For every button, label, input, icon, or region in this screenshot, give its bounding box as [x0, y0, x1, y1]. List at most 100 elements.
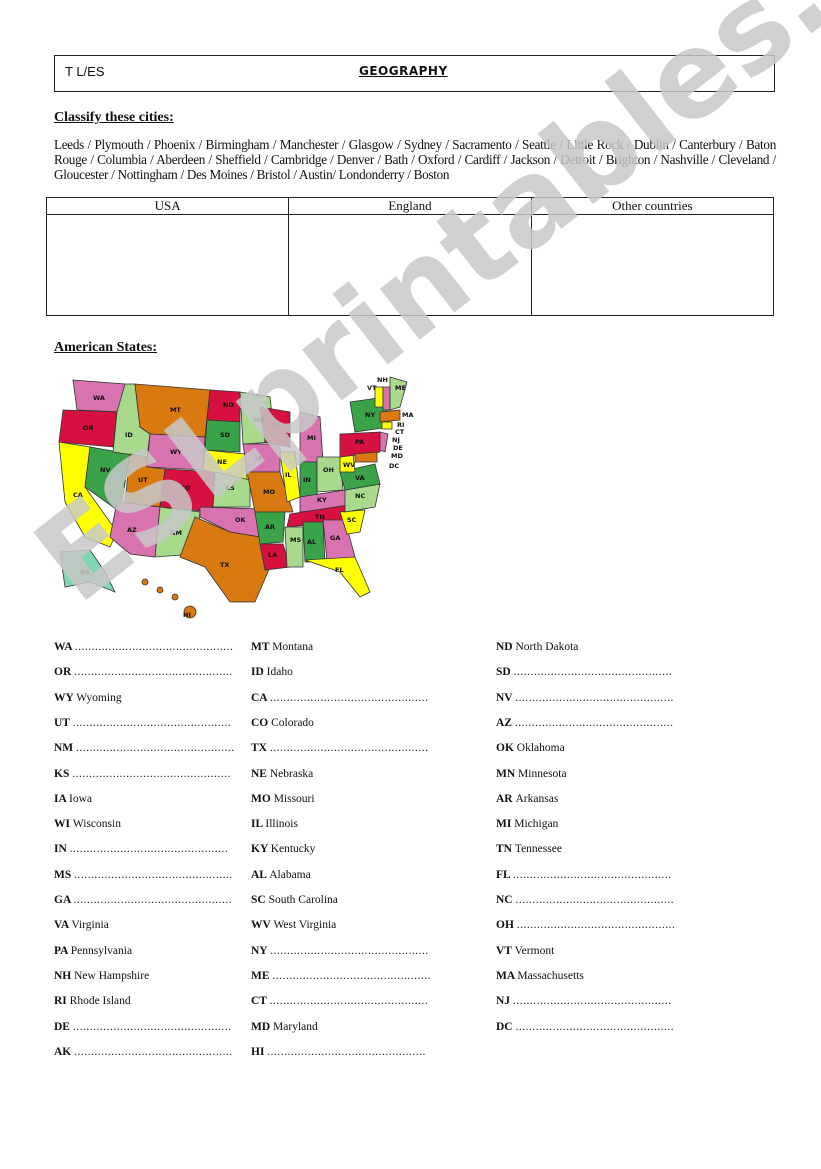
state-answer-blank[interactable]: ........................................…	[72, 768, 231, 780]
map-label-ky: KY	[317, 496, 327, 504]
map-label-az: AZ	[127, 526, 137, 534]
state-row: AK .....................................…	[54, 1046, 233, 1058]
map-label-va: VA	[355, 474, 365, 482]
map-label-dc: DC	[389, 462, 399, 470]
state-row: SD .....................................…	[496, 666, 672, 678]
state-row: VA Virginia	[54, 919, 109, 931]
map-label-sc: SC	[347, 516, 357, 524]
state-abbr: OH	[496, 919, 517, 932]
state-row: ND North Dakota	[496, 641, 578, 653]
state-abbr: OR	[54, 666, 75, 679]
state-answer-blank[interactable]: ........................................…	[74, 1046, 233, 1058]
state-abbr: VA	[54, 919, 72, 932]
state-name: Missouri	[273, 792, 315, 805]
usa-answer-cell[interactable]	[45, 214, 290, 316]
state-row: NV .....................................…	[496, 692, 674, 704]
state-answer-blank[interactable]: ........................................…	[513, 869, 672, 881]
state-row: DE .....................................…	[54, 1021, 231, 1033]
state-row: NJ .....................................…	[496, 995, 672, 1007]
state-name: Tennessee	[514, 843, 562, 856]
state-row: WY Wyoming	[54, 692, 122, 704]
map-label-co: CO	[180, 484, 191, 492]
state-answer-blank[interactable]: ........................................…	[74, 666, 233, 678]
map-label-id: ID	[125, 431, 133, 439]
state-answer-blank[interactable]: ........................................…	[267, 1046, 426, 1058]
state-name: Minnesota	[518, 767, 567, 780]
state-answer-blank[interactable]: ........................................…	[517, 919, 676, 931]
column-other: Other countries	[530, 197, 775, 215]
state-answer-blank[interactable]: ........................................…	[516, 894, 675, 906]
state-abbr: CA	[251, 691, 270, 704]
state-row: NY .....................................…	[251, 945, 429, 957]
state-answer-blank[interactable]: ........................................…	[73, 717, 232, 729]
state-abbr: MS	[54, 868, 75, 881]
state-answer-blank[interactable]: ........................................…	[514, 666, 673, 678]
state-answer-blank[interactable]: ........................................…	[76, 742, 235, 754]
state-answer-blank[interactable]: ........................................…	[74, 869, 233, 881]
map-label-ma: MA	[402, 411, 414, 419]
state-row: CO Colorado	[251, 717, 314, 729]
map-label-ia: IA	[255, 454, 262, 462]
england-answer-cell[interactable]	[288, 214, 532, 316]
state-row: HI .....................................…	[251, 1046, 426, 1058]
state-abbr: AL	[251, 868, 270, 881]
state-answer-blank[interactable]: ........................................…	[515, 692, 674, 704]
state-abbr: ME	[251, 969, 273, 982]
state-answer-blank[interactable]: ........................................…	[270, 692, 429, 704]
state-name: Rhode Island	[69, 995, 131, 1008]
state-abbr: NJ	[496, 995, 513, 1008]
state-abbr: PA	[54, 944, 71, 957]
state-abbr: RI	[54, 995, 70, 1008]
state-row: WV West Virginia	[251, 919, 336, 931]
state-row: IN .....................................…	[54, 843, 228, 855]
state-answer-blank[interactable]: ........................................…	[70, 843, 229, 855]
state-row: WI Wisconsin	[54, 818, 121, 830]
map-label-wv: WV	[343, 461, 355, 469]
state-answer-blank[interactable]: ........................................…	[272, 970, 431, 982]
state-row: OK Oklahoma	[496, 742, 565, 754]
state-answer-blank[interactable]: ........................................…	[516, 1021, 675, 1033]
state-abbr: AK	[54, 1045, 75, 1058]
state-name: Colorado	[271, 716, 314, 729]
state-abbr: MI	[496, 818, 515, 831]
state-answer-blank[interactable]: ........................................…	[74, 894, 233, 906]
map-label-or: OR	[83, 424, 94, 432]
state-row: IA Iowa	[54, 793, 92, 805]
state-abbr: KY	[251, 843, 271, 856]
map-label-oh: OH	[323, 466, 334, 474]
map-label-wy: WY	[170, 448, 182, 456]
state-name: Illinois	[265, 818, 298, 831]
state-answer-blank[interactable]: ........................................…	[270, 995, 429, 1007]
us-map: WAORIDMTWYNDSDMNWIMINYVTNHMEMARICTNJDEMD…	[58, 376, 414, 619]
state-answer-blank[interactable]: ........................................…	[513, 995, 672, 1007]
state-answer-blank[interactable]: ........................................…	[75, 641, 234, 653]
state-abbr: ND	[496, 641, 516, 653]
state-row: OH .....................................…	[496, 919, 675, 931]
state-abbr: MT	[251, 641, 273, 653]
state-answer-blank[interactable]: ........................................…	[515, 717, 674, 729]
state-row: IL Illinois	[251, 818, 298, 830]
class-code: T L/ES	[65, 64, 105, 79]
state-abbr: AR	[496, 792, 516, 805]
state-row: PA Pennsylvania	[54, 945, 132, 957]
state-abbr: ID	[251, 666, 267, 679]
other-answer-cell[interactable]	[530, 214, 775, 316]
state-abbr: NH	[54, 969, 75, 982]
state-answer-blank[interactable]: ........................................…	[270, 945, 429, 957]
state-abbr: SC	[251, 894, 269, 906]
cities-list: Leeds / Plymouth / Phoenix / Birmingham …	[54, 137, 776, 182]
state-row: TN Tennessee	[496, 843, 562, 855]
state-abbr: CT	[251, 995, 270, 1008]
map-label-ne: NE	[217, 458, 227, 466]
state-name: South Carolina	[268, 894, 338, 906]
map-label-ga: GA	[330, 534, 340, 542]
map-label-ks: KS	[225, 484, 235, 492]
state-row: MA Massachusetts	[496, 970, 584, 982]
state-answer-blank[interactable]: ........................................…	[270, 742, 429, 754]
state-name: Iowa	[69, 792, 93, 805]
state-abbr: GA	[54, 894, 74, 906]
state-answer-blank[interactable]: ........................................…	[73, 1021, 232, 1033]
state-row: MN Minnesota	[496, 768, 567, 780]
state-row: NC .....................................…	[496, 894, 674, 906]
state-abbr: MO	[251, 792, 274, 805]
